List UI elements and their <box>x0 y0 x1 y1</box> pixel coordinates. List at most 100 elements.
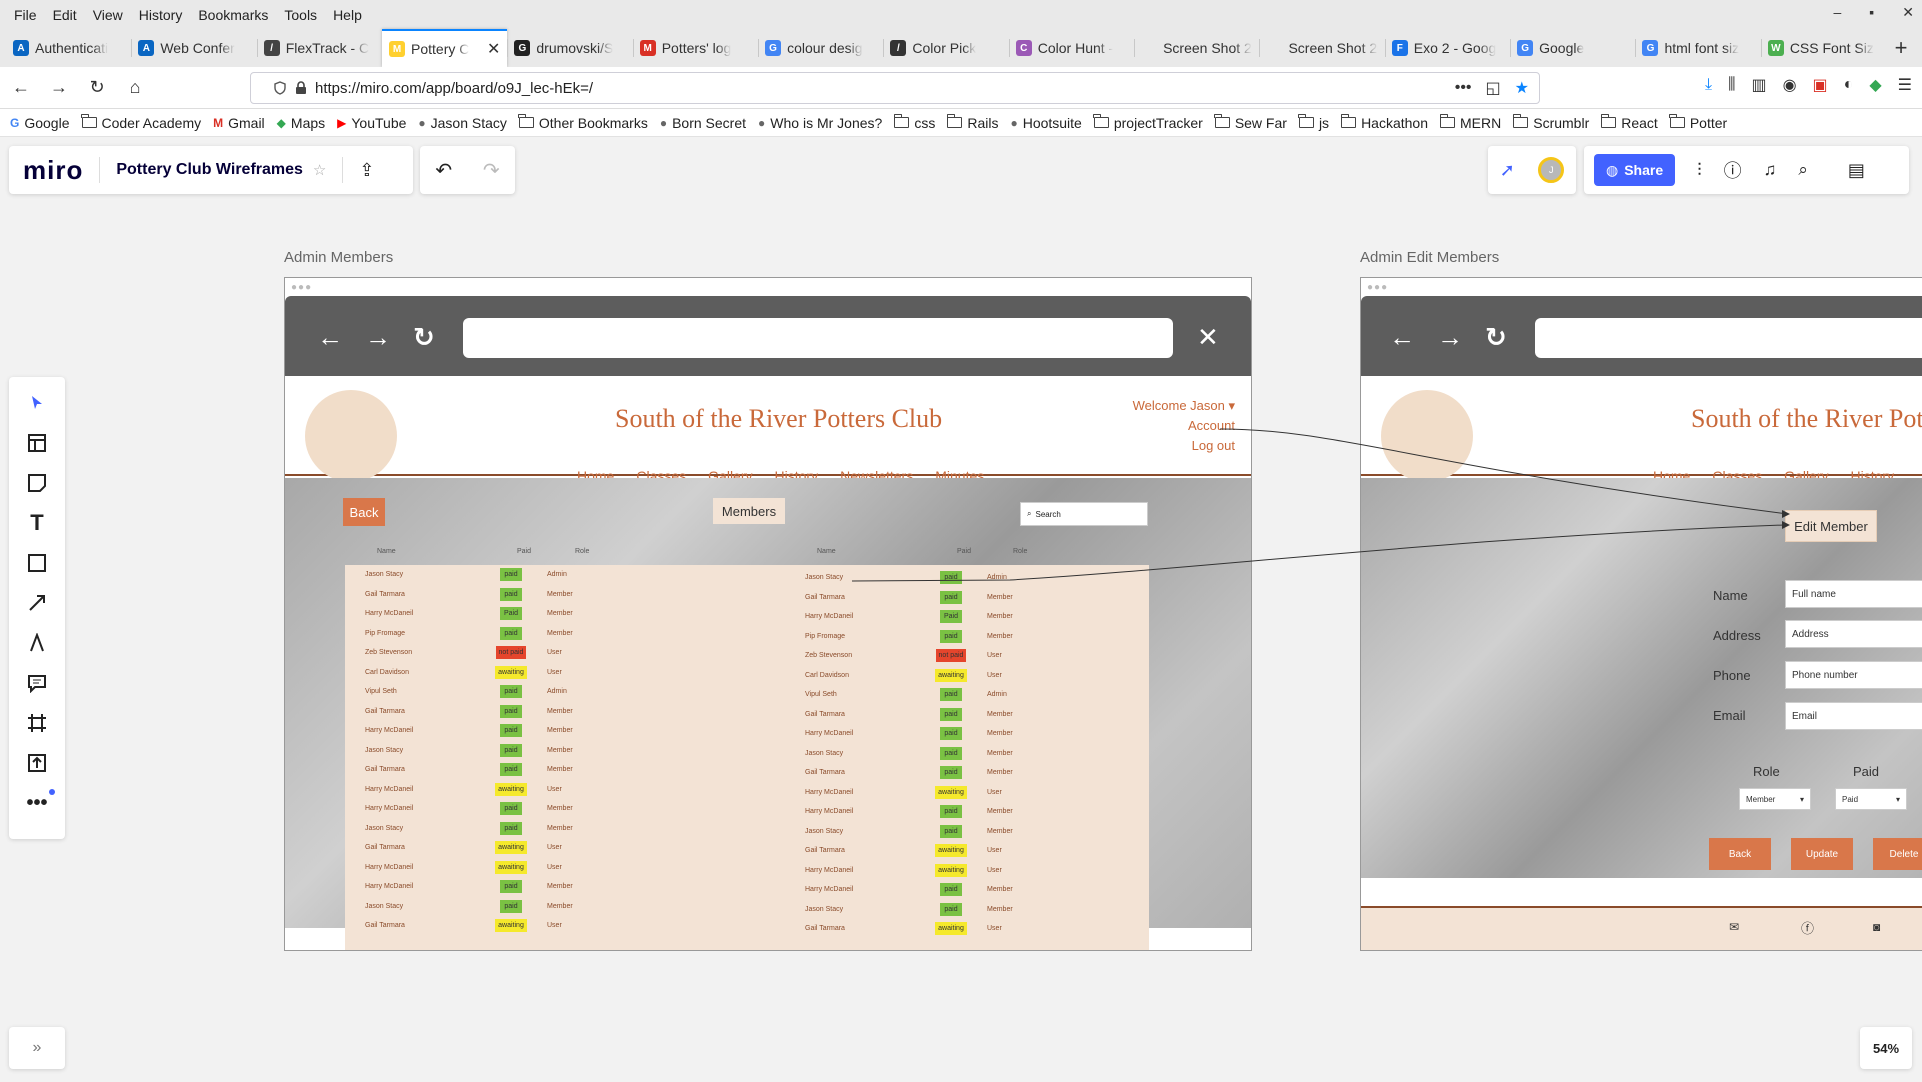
extension-icon-3[interactable]: ◆ <box>1869 75 1881 95</box>
frame-icon[interactable] <box>21 707 53 739</box>
menu-edit[interactable]: Edit <box>45 7 85 23</box>
upload-icon[interactable] <box>21 747 53 779</box>
settings-sliders-icon[interactable]: ⫶ <box>1697 160 1702 181</box>
bookmark-item[interactable]: Sew Far <box>1214 114 1287 131</box>
menu-help[interactable]: Help <box>325 7 370 23</box>
url-text[interactable]: https://miro.com/app/board/o9J_lec-hEk=/ <box>315 80 593 97</box>
bookmark-item[interactable]: ● Hootsuite <box>1010 115 1081 131</box>
star-icon[interactable]: ☆ <box>313 161 326 179</box>
menu-tools[interactable]: Tools <box>276 7 325 23</box>
browser-tab[interactable]: M Potters' log <box>632 29 758 67</box>
avatar[interactable]: J <box>1538 157 1565 183</box>
browser-tab[interactable]: A Authenticati <box>6 29 131 67</box>
pocket-icon[interactable]: ◱ <box>1486 78 1501 98</box>
browser-tab[interactable]: / FlexTrack - C <box>256 29 382 67</box>
browser-tab[interactable]: W CSS Font Siz <box>1760 29 1886 67</box>
browser-tab[interactable]: C Color Hunt - <box>1008 29 1134 67</box>
export-icon[interactable]: ⇪ <box>359 160 374 181</box>
menu-bookmarks[interactable]: Bookmarks <box>190 7 276 23</box>
bookmark-item[interactable]: ● Who is Mr Jones? <box>758 115 882 131</box>
redo-icon[interactable]: ↷ <box>483 158 500 183</box>
text-icon[interactable]: T <box>21 507 53 539</box>
browser-tab[interactable]: Gcolour desig <box>758 29 883 67</box>
expand-panel-button[interactable]: » <box>9 1027 65 1069</box>
close-window-icon[interactable]: ✕ <box>1902 4 1914 21</box>
back-icon[interactable]: ← <box>4 73 38 103</box>
bookmark-item[interactable]: Potter <box>1669 114 1727 131</box>
hamburger-menu-icon[interactable]: ☰ <box>1898 75 1912 95</box>
select-cursor-icon[interactable] <box>21 387 53 419</box>
browser-tab[interactable]: M Pottery C ✕ <box>382 29 508 67</box>
connection-line-icon[interactable] <box>21 587 53 619</box>
browser-tab[interactable]: F Exo 2 - Goog <box>1384 29 1510 67</box>
bookmark-item[interactable]: Hackathon <box>1340 114 1428 131</box>
lock-icon[interactable] <box>295 81 307 95</box>
shield-icon[interactable] <box>273 81 287 95</box>
miro-logo[interactable]: miro <box>23 155 83 186</box>
bookmark-label: Hootsuite <box>1022 114 1082 131</box>
browser-tab[interactable]: Screen Shot 202 <box>1134 29 1259 67</box>
frame-admin-edit-members[interactable]: ●●● ← → ↻ South of the River Potters Clu… <box>1360 277 1922 951</box>
help-icon[interactable]: ⓘ <box>1724 157 1742 183</box>
browser-tab[interactable]: Gdrumovski/S <box>507 29 632 67</box>
bookmark-star-icon[interactable]: ★ <box>1515 78 1529 98</box>
bookmark-item[interactable]: React <box>1600 114 1658 131</box>
new-tab-button[interactable]: + <box>1886 29 1916 67</box>
reload-icon[interactable]: ↻ <box>80 73 114 103</box>
bookmark-item[interactable]: ● Born Secret <box>660 115 746 131</box>
member-role: User <box>987 866 1002 874</box>
browser-tab[interactable]: G Google <box>1510 29 1635 67</box>
frame-label-admin-edit-members[interactable]: Admin Edit Members <box>1360 249 1499 266</box>
comment-icon[interactable] <box>21 667 53 699</box>
bookmark-item[interactable]: Other Bookmarks <box>518 114 648 131</box>
sticky-note-icon[interactable] <box>21 467 53 499</box>
library-icon[interactable]: ⫼ <box>1728 76 1735 94</box>
frame-admin-members[interactable]: ●●● ← → ↻ ✕ South of the River Potters C… <box>284 277 1252 951</box>
bookmark-item[interactable]: Scrumblr <box>1512 114 1589 131</box>
download-icon[interactable]: ⤓ <box>1705 76 1712 94</box>
browser-tab[interactable]: / Color Pick <box>883 29 1008 67</box>
bookmark-item[interactable]: MERN <box>1439 114 1501 131</box>
shape-icon[interactable] <box>21 547 53 579</box>
bell-icon[interactable]: ♫ <box>1764 160 1777 180</box>
more-tools-icon[interactable]: ••• <box>21 787 55 819</box>
browser-tab[interactable]: Screen Shot 202 <box>1259 29 1384 67</box>
bookmark-item[interactable]: projectTracker <box>1093 114 1203 131</box>
bookmark-item[interactable]: js <box>1298 114 1329 131</box>
board-title[interactable]: Pottery Club Wireframes <box>116 161 303 179</box>
miro-board[interactable]: miro Pottery Club Wireframes ☆ ⇪ ↶ ↷ ➚ J… <box>0 137 1922 1082</box>
bookmark-item[interactable]: M Gmail <box>213 115 265 131</box>
menu-history[interactable]: History <box>131 7 191 23</box>
sidebar-icon[interactable]: ▥ <box>1751 75 1766 95</box>
browser-tab[interactable]: Ghtml font siz <box>1635 29 1760 67</box>
bookmark-item[interactable]: ◆ Maps <box>277 115 325 131</box>
extension-icon[interactable]: ▣ <box>1813 75 1828 95</box>
frame-label-admin-members[interactable]: Admin Members <box>284 249 393 266</box>
maximize-icon[interactable]: ▪ <box>1869 4 1874 21</box>
url-bar[interactable]: https://miro.com/app/board/o9J_lec-hEk=/… <box>250 72 1540 104</box>
bookmark-item[interactable]: G Google <box>10 115 70 131</box>
bookmark-item[interactable]: Coder Academy <box>81 114 201 131</box>
close-tab-icon[interactable]: ✕ <box>487 39 500 59</box>
page-actions-icon[interactable]: ••• <box>1455 79 1472 97</box>
extension-icon-2[interactable]: ◐ <box>1844 76 1854 94</box>
forward-icon[interactable]: → <box>42 73 76 103</box>
menu-view[interactable]: View <box>85 7 131 23</box>
cursor-filter-icon[interactable]: ➚ <box>1500 160 1515 181</box>
zoom-level[interactable]: 54% <box>1860 1027 1912 1069</box>
share-button[interactable]: ◍ Share <box>1594 154 1676 186</box>
board-menu-icon[interactable]: ▤ <box>1848 160 1865 181</box>
search-icon[interactable]: ⌕ <box>1798 160 1808 180</box>
bookmark-item[interactable]: Rails <box>946 114 998 131</box>
pen-icon[interactable] <box>21 627 53 659</box>
bookmark-item[interactable]: ▶ YouTube <box>337 115 406 131</box>
bookmark-item[interactable]: ● Jason Stacy <box>418 115 507 131</box>
undo-icon[interactable]: ↶ <box>435 158 452 183</box>
templates-icon[interactable] <box>21 427 53 459</box>
account-icon[interactable]: ◉ <box>1783 75 1797 95</box>
home-icon[interactable]: ⌂ <box>118 73 152 103</box>
minimize-icon[interactable]: – <box>1834 4 1842 21</box>
browser-tab[interactable]: A Web Confer <box>131 29 256 67</box>
bookmark-item[interactable]: css <box>893 114 935 131</box>
menu-file[interactable]: File <box>6 7 45 23</box>
